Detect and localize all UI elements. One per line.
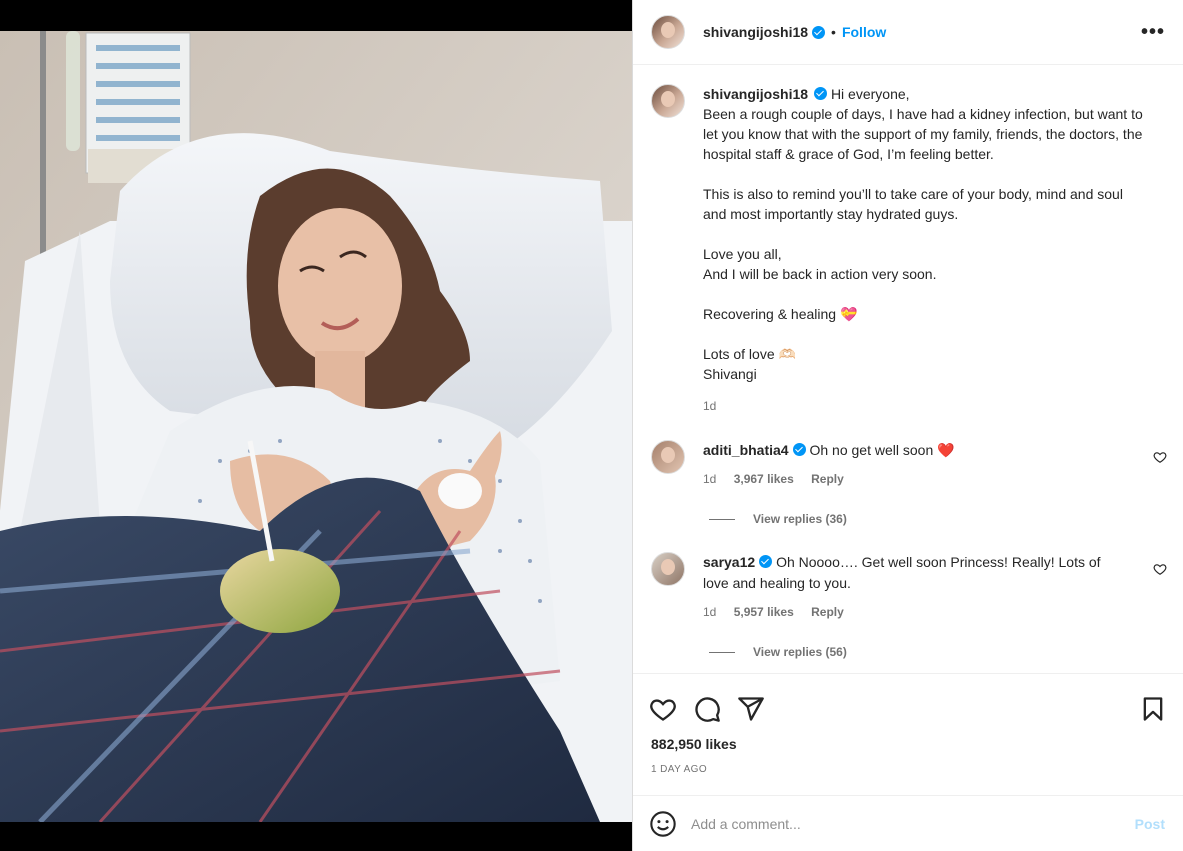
media-panel xyxy=(0,0,632,851)
verified-badge-icon xyxy=(792,443,806,456)
comment-text: Oh no get well soon ❤️ xyxy=(809,442,955,458)
post-comment-button[interactable]: Post xyxy=(1135,816,1165,832)
caption-line: Recovering & healing 💝 xyxy=(703,306,858,322)
caption-line: Been a rough couple of days, I have had … xyxy=(703,106,1143,162)
caption-text: shivangijoshi18 Hi everyone, Been a roug… xyxy=(703,84,1143,416)
emoji-icon[interactable] xyxy=(649,810,677,838)
replies-divider xyxy=(709,518,735,520)
share-icon[interactable] xyxy=(737,695,765,723)
post-photo[interactable] xyxy=(0,31,632,822)
verified-badge-icon xyxy=(812,25,826,39)
instagram-post-modal: shivangijoshi18 • Follow ••• shivangijos… xyxy=(0,0,1183,851)
author-avatar[interactable] xyxy=(651,15,685,49)
post-sidebar: shivangijoshi18 • Follow ••• shivangijos… xyxy=(632,0,1183,851)
post-header: shivangijoshi18 • Follow ••• xyxy=(633,0,1183,65)
comment-likes[interactable]: 3,967 likes xyxy=(734,472,794,486)
comment-time[interactable]: 1d xyxy=(703,472,716,486)
bookmark-icon[interactable] xyxy=(1139,695,1167,723)
post-timestamp[interactable]: 1 DAY AGO xyxy=(633,752,1183,775)
verified-badge-icon xyxy=(759,555,773,568)
reply-button[interactable]: Reply xyxy=(811,472,844,486)
follow-button[interactable]: Follow xyxy=(842,24,886,40)
comments-scroll-area[interactable]: shivangijoshi18 Hi everyone, Been a roug… xyxy=(633,66,1183,673)
view-replies-button[interactable]: View replies (36) xyxy=(709,512,1183,526)
view-replies-label: View replies (56) xyxy=(753,645,847,659)
commenter-username[interactable]: sarya12 xyxy=(703,554,755,570)
comment-icon[interactable] xyxy=(693,695,721,723)
view-replies-button[interactable]: View replies (56) xyxy=(709,645,1183,659)
comment-likes[interactable]: 5,957 likes xyxy=(734,605,794,619)
replies-divider xyxy=(709,651,735,653)
comment-item: aditi_bhatia4 Oh no get well soon ❤️ 1d … xyxy=(633,440,1183,490)
author-username[interactable]: shivangijoshi18 xyxy=(703,24,808,40)
verified-badge-icon xyxy=(814,87,828,100)
commenter-avatar[interactable] xyxy=(651,440,685,474)
post-actions: 882,950 likes 1 DAY AGO xyxy=(633,673,1183,795)
caption-line: Hi everyone, xyxy=(830,86,910,102)
comment-input[interactable] xyxy=(691,815,1135,832)
commenter-avatar[interactable] xyxy=(651,552,685,586)
caption-line: This is also to remind you’ll to take ca… xyxy=(703,186,1123,222)
caption-line: And I will be back in action very soon. xyxy=(703,266,937,282)
post-caption: shivangijoshi18 Hi everyone, Been a roug… xyxy=(633,66,1183,416)
comment-like-heart-icon[interactable] xyxy=(1153,562,1167,576)
likes-count[interactable]: 882,950 likes xyxy=(633,730,1183,752)
comment-item: sarya12 Oh Noooo…. Get well soon Princes… xyxy=(633,552,1183,623)
heart-icon[interactable] xyxy=(649,695,677,723)
caption-timestamp[interactable]: 1d xyxy=(703,396,1143,416)
caption-username[interactable]: shivangijoshi18 xyxy=(703,86,808,102)
caption-line: Shivangi xyxy=(703,366,757,382)
caption-line: Love you all, xyxy=(703,246,782,262)
more-options-icon[interactable]: ••• xyxy=(1141,22,1165,42)
reply-button[interactable]: Reply xyxy=(811,605,844,619)
caption-avatar[interactable] xyxy=(651,84,685,118)
add-comment-bar: Post xyxy=(633,795,1183,851)
caption-line: Lots of love 🫶🏻 xyxy=(703,346,796,362)
comment-time[interactable]: 1d xyxy=(703,605,716,619)
view-replies-label: View replies (36) xyxy=(753,512,847,526)
commenter-username[interactable]: aditi_bhatia4 xyxy=(703,442,789,458)
separator-dot: • xyxy=(831,24,836,40)
comment-like-heart-icon[interactable] xyxy=(1153,450,1167,464)
